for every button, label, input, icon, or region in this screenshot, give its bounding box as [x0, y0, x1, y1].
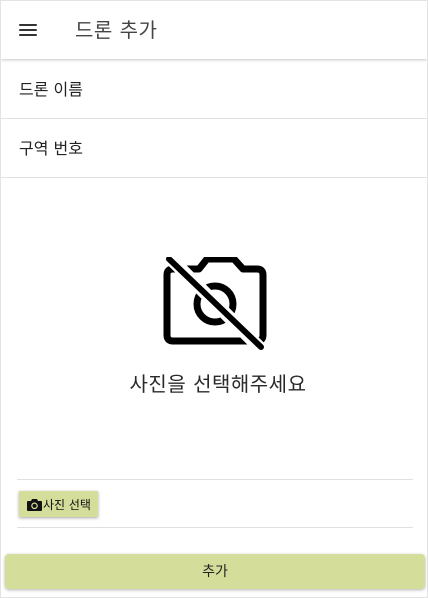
divider — [17, 479, 413, 480]
menu-icon-line — [19, 34, 37, 36]
menu-icon-line — [19, 24, 37, 26]
zone-number-input[interactable] — [1, 119, 427, 177]
app-bar: 드론 추가 — [1, 1, 427, 59]
photo-caption: 사진을 선택해주세요 — [129, 372, 307, 396]
app-frame: 드론 추가 사진을 선택해주세요 사진 선택 추가 — [0, 0, 428, 598]
select-photo-label: 사진 선택 — [43, 497, 91, 512]
no-photo-icon — [163, 257, 267, 351]
menu-icon-line — [19, 29, 37, 31]
divider — [17, 527, 413, 528]
photo-preview-area: 사진을 선택해주세요 — [1, 178, 427, 478]
drone-name-field-row — [1, 60, 427, 119]
page-title: 드론 추가 — [75, 18, 158, 42]
menu-icon[interactable] — [17, 20, 41, 40]
drone-name-input[interactable] — [1, 60, 427, 118]
select-photo-button[interactable]: 사진 선택 — [19, 491, 98, 517]
add-drone-button[interactable]: 추가 — [5, 554, 425, 589]
camera-icon — [27, 498, 42, 511]
zone-number-field-row — [1, 119, 427, 178]
